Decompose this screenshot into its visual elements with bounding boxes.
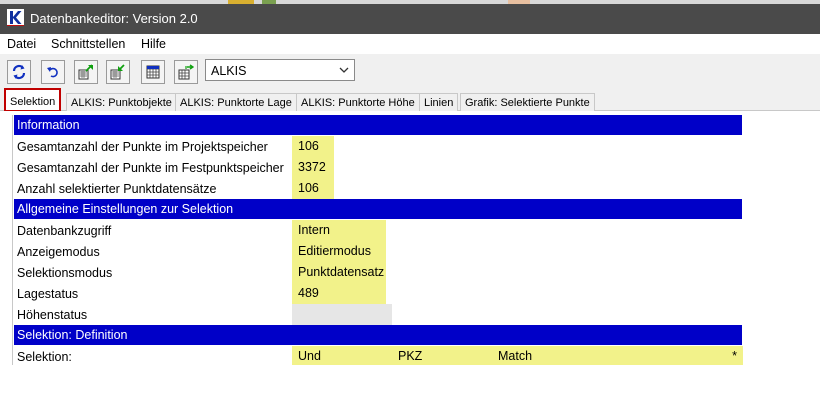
section-header-einstellungen: Allgemeine Einstellungen zur Selektion — [14, 199, 742, 219]
undo-icon — [47, 67, 58, 78]
database-select-value: ALKIS — [211, 64, 247, 78]
export-button[interactable] — [74, 60, 98, 84]
value-selektionsmodus[interactable]: Punktdatensatz — [292, 262, 386, 283]
row-label-lagestatus: Lagestatus — [17, 287, 79, 301]
tab-label: Grafik: Selektierte Punkte — [465, 97, 590, 109]
menu-hilfe[interactable]: Hilfe — [141, 37, 166, 51]
menu-datei[interactable]: Datei — [7, 37, 36, 51]
tab-alkis-punktobjekte[interactable]: ALKIS: Punktobjekte — [66, 93, 177, 111]
row-label-selektionsmodus: Selektionsmodus — [17, 266, 113, 280]
tab-linien[interactable]: Linien — [419, 93, 459, 111]
background-window-accent — [228, 0, 254, 4]
row-label-projektspeicher: Gesamtanzahl der Punkte im Projektspeich… — [17, 140, 268, 154]
row-label-anzeigemodus: Anzeigemodus — [17, 245, 100, 259]
background-window-strip — [0, 0, 820, 4]
table-button[interactable] — [141, 60, 165, 84]
selection-mode[interactable]: Match — [498, 349, 532, 363]
tab-grafik-selektierte-punkte[interactable]: Grafik: Selektierte Punkte — [460, 93, 595, 111]
import-button[interactable] — [106, 60, 130, 84]
tab-selektion[interactable]: Selektion — [4, 88, 62, 112]
value-anzeigemodus[interactable]: Editiermodus — [292, 241, 386, 262]
export-icon — [78, 64, 93, 80]
app-logo-icon — [7, 9, 24, 26]
value-lagestatus[interactable]: 489 — [292, 283, 386, 304]
row-label-hoehenstatus: Höhenstatus — [17, 308, 88, 322]
row-label-festpunktspeicher: Gesamtanzahl der Punkte im Festpunktspei… — [17, 161, 284, 175]
selection-operator[interactable]: Und — [298, 349, 321, 363]
tab-label: ALKIS: Punktorte Lage — [180, 97, 292, 109]
selection-pattern[interactable]: * — [732, 349, 737, 363]
selection-field[interactable]: PKZ — [398, 349, 422, 363]
value-hoehenstatus[interactable] — [292, 304, 392, 325]
tab-alkis-punktorte-lage[interactable]: ALKIS: Punktorte Lage — [175, 93, 297, 111]
window-title: Datenbankeditor: Version 2.0 — [30, 11, 198, 26]
value-projektspeicher[interactable]: 106 — [292, 136, 334, 157]
section-header-information: Information — [14, 115, 742, 135]
tab-label: Linien — [424, 97, 454, 109]
background-window-accent — [262, 0, 276, 4]
table-transfer-icon — [178, 64, 194, 80]
selection-definition-row: Und PKZ Match * — [292, 346, 743, 365]
value-datenbankzugriff[interactable]: Intern — [292, 220, 386, 241]
tab-label: Selektion — [10, 96, 56, 108]
background-window-accent — [508, 0, 530, 4]
panel-border — [12, 115, 13, 365]
refresh-icon — [12, 64, 26, 80]
row-label-selektierte-punktdatensaetze: Anzahl selektierter Punktdatensätze — [17, 182, 217, 196]
database-select[interactable]: ALKIS — [205, 59, 355, 81]
menu-schnittstellen[interactable]: Schnittstellen — [51, 37, 125, 51]
tab-label: ALKIS: Punktobjekte — [71, 97, 172, 109]
import-icon — [110, 64, 125, 80]
table-icon — [146, 65, 160, 79]
tab-alkis-punktorte-hoehe[interactable]: ALKIS: Punktorte Höhe — [296, 93, 420, 111]
row-label-selektion: Selektion: — [17, 350, 72, 364]
section-header-definition: Selektion: Definition — [14, 325, 742, 345]
value-selektierte-punktdatensaetze[interactable]: 106 — [292, 178, 334, 199]
undo-button[interactable] — [41, 60, 65, 84]
row-label-datenbankzugriff: Datenbankzugriff — [17, 224, 112, 238]
tab-label: ALKIS: Punktorte Höhe — [301, 97, 415, 109]
refresh-button[interactable] — [7, 60, 31, 84]
title-bar: Datenbankeditor: Version 2.0 — [0, 0, 820, 34]
chevron-down-icon — [339, 67, 349, 73]
table-transfer-button[interactable] — [174, 60, 198, 84]
value-festpunktspeicher[interactable]: 3372 — [292, 157, 334, 178]
